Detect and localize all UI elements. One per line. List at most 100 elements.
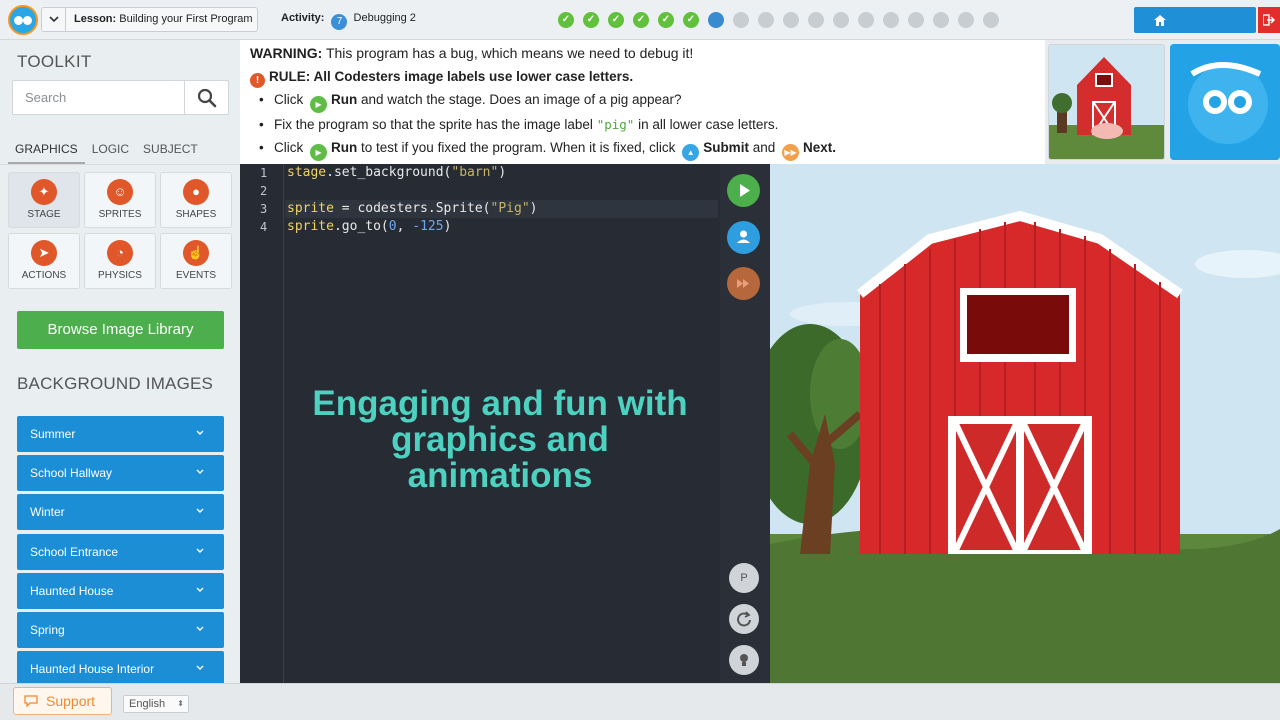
progress-step-pending[interactable] [783,12,799,28]
code-editor[interactable]: 1 2 3 4 stage.set_background("barn") spr… [240,164,770,683]
progress-step-complete[interactable]: ✓ [683,12,699,28]
submit-button[interactable] [727,221,760,254]
progress-step-complete[interactable]: ✓ [583,12,599,28]
goal-preview-thumbnail[interactable] [1048,44,1165,160]
code-token: "Pig" [490,201,530,216]
category-physics[interactable]: ◔ PHYSICS [84,233,156,289]
category-label: SHAPES [175,209,217,220]
toolkit-panel: TOOLKIT GRAPHICS LOGIC SUBJECT ✦ STAGE ☺… [0,40,240,683]
lesson-title: Lesson: Building your First Program [74,13,253,25]
background-item-spring[interactable]: Spring [17,612,224,648]
code-token: .go_to( [333,219,389,234]
lesson-selector[interactable]: Lesson: Building your First Program [41,7,258,32]
tab-subject[interactable]: SUBJECT [136,140,205,164]
line-number: 3 [260,202,268,216]
run-mini-icon: ▶ [310,96,328,113]
search-button[interactable] [184,81,228,114]
progress-step-complete[interactable]: ✓ [558,12,574,28]
output-stage[interactable] [770,164,1280,683]
run-mini-icon: ▶ [310,144,328,161]
tab-logic[interactable]: LOGIC [85,140,136,164]
search-icon [197,88,216,107]
lesson-prefix: Lesson: [74,13,117,25]
toolkit-title: TOOLKIT [17,52,92,71]
progress-step-pending[interactable] [733,12,749,28]
category-sprites[interactable]: ☺ SPRITES [84,172,156,228]
p-tool-button[interactable]: P [729,563,759,593]
category-label: SPRITES [98,209,142,220]
actions-icon: ➤ [31,240,57,266]
category-label: PHYSICS [98,270,142,281]
progress-step-pending[interactable] [858,12,874,28]
search-input[interactable] [13,81,184,114]
language-select[interactable]: English ⬍ [123,695,189,713]
shapes-icon: ● [183,179,209,205]
progress-step-pending[interactable] [808,12,824,28]
reset-button[interactable] [729,604,759,634]
play-icon [740,184,750,197]
warning-text: WARNING: This program has a bug, which m… [250,45,693,61]
category-actions[interactable]: ➤ ACTIONS [8,233,80,289]
chevron-down-icon[interactable] [42,8,66,31]
code-token: , [396,219,413,234]
background-item-winter[interactable]: Winter [17,494,224,530]
category-events[interactable]: ☝ EVENTS [160,233,232,289]
activity-name: Debugging 2 [353,12,416,24]
code-token: ) [443,219,452,234]
category-shapes[interactable]: ● SHAPES [160,172,232,228]
code-token: sprite [287,201,334,216]
support-button[interactable]: Support [13,687,112,715]
background-item-haunted-house[interactable]: Haunted House [17,573,224,609]
instructions-panel: WARNING: This program has a bug, which m… [240,40,1045,164]
fast-forward-icon [737,279,749,288]
progress-step-pending[interactable] [833,12,849,28]
chat-icon [24,695,38,707]
code-token: "barn" [451,165,499,180]
progress-step-pending[interactable] [983,12,999,28]
lesson-name: Building your First Program [119,13,253,25]
hint-button[interactable] [729,645,759,675]
step-text: Click [274,92,304,107]
background-item-school-entrance[interactable]: School Entrance [17,534,224,570]
barn-background-image [770,164,1280,683]
progress-step-current[interactable] [708,12,724,28]
exit-button[interactable] [1258,7,1280,33]
background-item-school-hallway[interactable]: School Hallway [17,455,224,491]
top-bar: Lesson: Building your First Program Acti… [0,0,1280,40]
browse-image-library-button[interactable]: Browse Image Library [17,311,224,349]
code-token: = codesters.Sprite( [333,201,491,216]
progress-step-complete[interactable]: ✓ [633,12,649,28]
code-line-3[interactable]: sprite = codesters.Sprite("Pig") [287,201,537,216]
line-number: 2 [260,184,268,198]
warning-message: This program has a bug, which means we n… [325,45,694,61]
home-button[interactable] [1134,7,1256,33]
progress-step-pending[interactable] [758,12,774,28]
category-stage[interactable]: ✦ STAGE [8,172,80,228]
step-run-label: Run [331,92,358,107]
background-label: Haunted House [30,584,114,598]
progress-step-complete[interactable]: ✓ [658,12,674,28]
tab-divider [0,164,240,165]
chevron-down-icon [196,508,204,513]
line-number: 1 [260,166,268,180]
background-label: School Hallway [30,466,113,480]
code-line-1[interactable]: stage.set_background("barn") [287,165,506,180]
codesters-logo[interactable] [8,5,38,35]
step-run-label: Run [331,140,358,155]
background-item-summer[interactable]: Summer [17,416,224,452]
progress-step-pending[interactable] [908,12,924,28]
next-button[interactable] [727,267,760,300]
step-text: in all lower case letters. [638,117,779,132]
background-label: Winter [30,505,65,519]
progress-step-pending[interactable] [958,12,974,28]
code-token: 0 [388,219,397,234]
background-label: Summer [30,427,76,441]
run-button[interactable] [727,174,760,207]
background-item-haunted-house-interior[interactable]: Haunted House Interior [17,651,224,683]
stage-icon: ✦ [31,179,57,205]
tab-graphics[interactable]: GRAPHICS [8,140,85,164]
progress-step-complete[interactable]: ✓ [608,12,624,28]
progress-step-pending[interactable] [933,12,949,28]
progress-step-pending[interactable] [883,12,899,28]
code-line-4[interactable]: sprite.go_to(0, -125) [287,219,451,234]
